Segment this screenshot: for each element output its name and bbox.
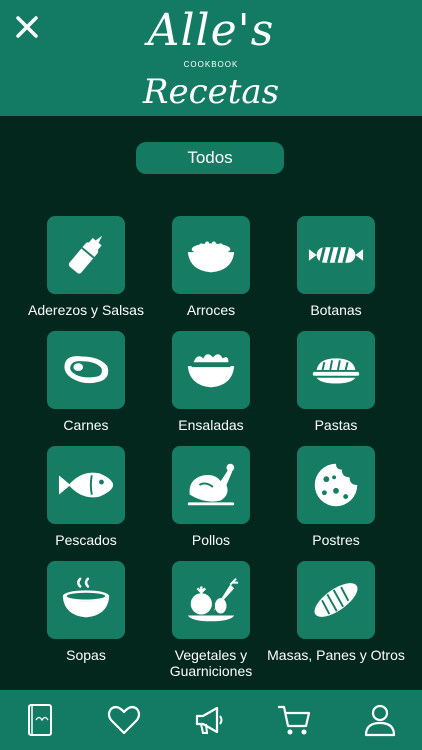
category-postres[interactable]: Postres: [266, 446, 406, 560]
tab-cart[interactable]: [272, 700, 316, 740]
logo-subtitle: COOKBOOK: [183, 60, 239, 69]
candy-icon: [308, 246, 364, 264]
megaphone-icon: [195, 706, 223, 734]
category-label: Pescados: [55, 532, 117, 548]
category-tile[interactable]: [297, 561, 375, 639]
category-carnes[interactable]: Carnes: [16, 331, 156, 445]
category-label: Sopas: [66, 647, 106, 663]
category-tile[interactable]: [47, 446, 125, 524]
category-tile[interactable]: [172, 446, 250, 524]
sauce-bottle-icon: [68, 235, 103, 274]
steak-icon: [64, 356, 109, 384]
header: Alle's COOKBOOK Recetas: [0, 0, 422, 116]
page-title: Recetas: [142, 72, 280, 112]
category-pastas[interactable]: Pastas: [266, 331, 406, 445]
category-tile[interactable]: [297, 216, 375, 294]
rice-bowl-icon: [187, 241, 235, 273]
category-label: Botanas: [310, 302, 362, 318]
category-label: Aderezos y Salsas: [28, 302, 144, 318]
category-tile[interactable]: [47, 331, 125, 409]
tab-announcements[interactable]: [187, 700, 231, 740]
category-label: Vegetales y Guarniciones: [169, 647, 253, 679]
category-pollos[interactable]: Pollos: [141, 446, 281, 560]
category-botanas[interactable]: Botanas: [266, 216, 406, 330]
salad-bowl-icon: [187, 354, 235, 388]
category-arroces[interactable]: Arroces: [141, 216, 281, 330]
tab-cookbook[interactable]: [18, 700, 62, 740]
category-tile[interactable]: [172, 561, 250, 639]
app-logo: Alle's: [147, 5, 275, 56]
cart-icon: [278, 705, 311, 735]
category-label: Masas, Panes y Otros: [267, 647, 405, 663]
category-tile[interactable]: [172, 331, 250, 409]
pasta-plate-icon: [312, 358, 360, 384]
filter-all-button[interactable]: Todos: [136, 142, 284, 174]
category-tile[interactable]: [297, 331, 375, 409]
category-tile[interactable]: [172, 216, 250, 294]
fish-icon: [58, 472, 114, 498]
category-tile[interactable]: [297, 446, 375, 524]
category-sopas[interactable]: Sopas: [16, 561, 156, 675]
category-vegetales-y-guarniciones[interactable]: Vegetales y Guarniciones: [141, 561, 281, 679]
category-aderezos-y-salsas[interactable]: Aderezos y Salsas: [16, 216, 156, 330]
vegetables-icon: [187, 578, 239, 622]
category-label: Pastas: [314, 417, 358, 433]
bread-icon: [314, 583, 358, 617]
category-tile[interactable]: [47, 216, 125, 294]
category-label: Arroces: [186, 302, 236, 318]
category-masas-panes-y-otros[interactable]: Masas, Panes y Otros: [266, 561, 406, 675]
roast-chicken-icon: [187, 463, 235, 506]
bottom-nav: [0, 690, 422, 750]
cookbook-icon: [28, 704, 52, 736]
category-ensaladas[interactable]: Ensaladas: [141, 331, 281, 445]
category-pescados[interactable]: Pescados: [16, 446, 156, 560]
tab-favorites[interactable]: [102, 700, 146, 740]
category-label: Carnes: [63, 417, 109, 433]
heart-icon: [107, 705, 141, 735]
user-icon: [364, 704, 396, 737]
cookie-icon: [314, 463, 358, 507]
category-label: Ensaladas: [178, 417, 244, 433]
category-tile[interactable]: [47, 561, 125, 639]
category-label: Postres: [312, 532, 360, 548]
category-label: Pollos: [191, 532, 231, 548]
tab-profile[interactable]: [358, 700, 402, 740]
soup-bowl-icon: [62, 577, 110, 618]
